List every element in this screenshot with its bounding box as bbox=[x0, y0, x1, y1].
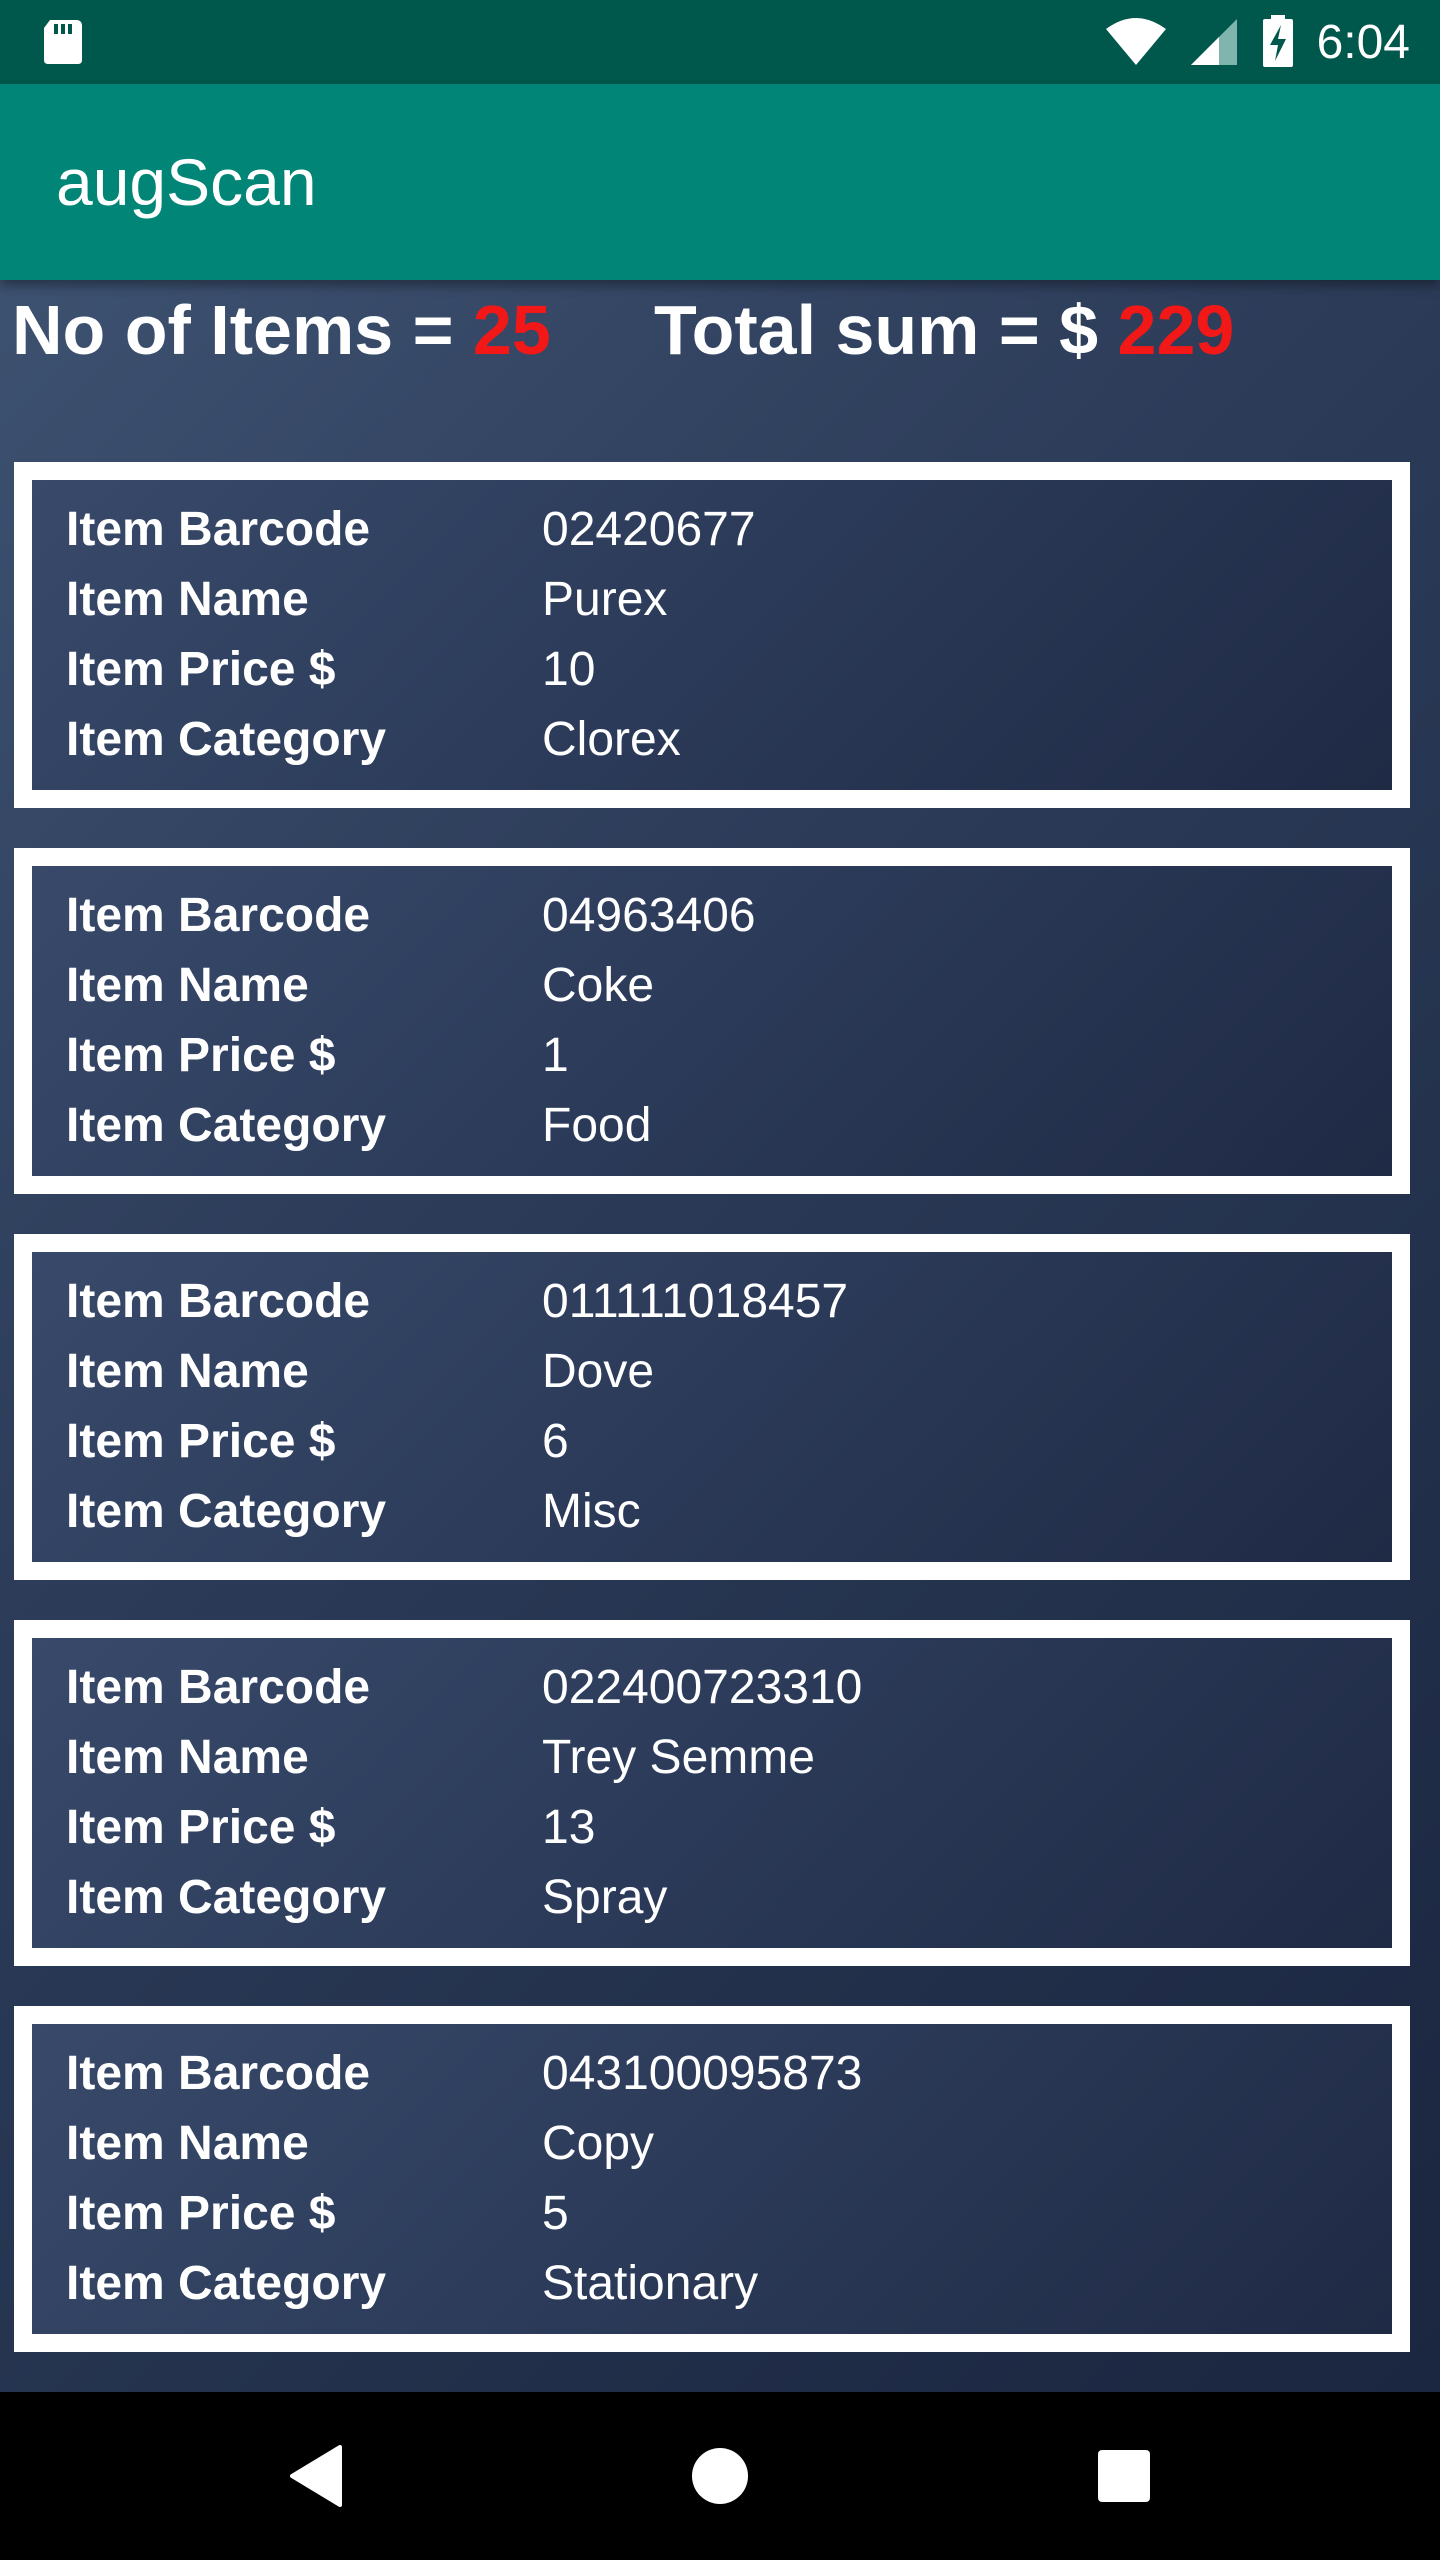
home-icon bbox=[692, 2448, 748, 2504]
app-bar: augScan bbox=[0, 84, 1440, 280]
category-value: Spray bbox=[542, 1871, 668, 1924]
price-value: 6 bbox=[542, 1415, 569, 1468]
name-row: Item Name Dove bbox=[32, 1344, 1392, 1414]
name-row: Item Name Purex bbox=[32, 572, 1392, 642]
barcode-row: Item Barcode 043100095873 bbox=[32, 2046, 1392, 2116]
name-value: Copy bbox=[542, 2117, 655, 2170]
name-value: Purex bbox=[542, 573, 668, 626]
battery-charging-icon bbox=[1262, 15, 1293, 67]
category-row: Item Category Clorex bbox=[32, 712, 1392, 782]
category-label: Item Category bbox=[66, 2257, 387, 2310]
item-card-body: Item Barcode 04963406 Item Name Coke Ite… bbox=[32, 866, 1392, 1176]
price-row: Item Price $ 6 bbox=[32, 1414, 1392, 1484]
item-card-body: Item Barcode 043100095873 Item Name Copy… bbox=[32, 2024, 1392, 2334]
barcode-label: Item Barcode bbox=[66, 503, 371, 556]
barcode-label: Item Barcode bbox=[66, 889, 371, 942]
category-value: Misc bbox=[542, 1485, 641, 1538]
cell-signal-icon bbox=[1190, 19, 1237, 65]
recents-button[interactable] bbox=[1074, 2392, 1174, 2560]
price-row: Item Price $ 1 bbox=[32, 1028, 1392, 1098]
price-value: 10 bbox=[542, 643, 596, 696]
category-label: Item Category bbox=[66, 1871, 387, 1924]
price-label: Item Price $ bbox=[66, 1415, 336, 1468]
name-label: Item Name bbox=[66, 573, 309, 626]
item-count-label: No of Items = bbox=[12, 291, 473, 369]
price-value: 1 bbox=[542, 1029, 569, 1082]
barcode-label: Item Barcode bbox=[66, 1275, 371, 1328]
barcode-label: Item Barcode bbox=[66, 2047, 371, 2100]
back-button[interactable] bbox=[266, 2392, 366, 2560]
price-label: Item Price $ bbox=[66, 1029, 336, 1082]
price-row: Item Price $ 10 bbox=[32, 642, 1392, 712]
total-sum-value: 229 bbox=[1117, 291, 1235, 369]
wifi-icon bbox=[1105, 18, 1166, 65]
barcode-row: Item Barcode 02420677 bbox=[32, 502, 1392, 572]
item-card[interactable]: Item Barcode 011111018457 Item Name Dove… bbox=[14, 1234, 1410, 1580]
price-row: Item Price $ 13 bbox=[32, 1800, 1392, 1870]
category-label: Item Category bbox=[66, 1485, 387, 1538]
category-value: Clorex bbox=[542, 713, 681, 766]
price-value: 13 bbox=[542, 1801, 596, 1854]
app-title: augScan bbox=[56, 145, 317, 219]
item-card[interactable]: Item Barcode 043100095873 Item Name Copy… bbox=[14, 2006, 1410, 2352]
category-label: Item Category bbox=[66, 1099, 387, 1152]
scanned-items-screen[interactable]: No of Items = 25 Total sum = $ 229 Item … bbox=[0, 280, 1440, 2392]
barcode-value: 043100095873 bbox=[542, 2047, 863, 2100]
name-label: Item Name bbox=[66, 2117, 309, 2170]
price-row: Item Price $ 5 bbox=[32, 2186, 1392, 2256]
name-row: Item Name Trey Semme bbox=[32, 1730, 1392, 1800]
price-label: Item Price $ bbox=[66, 643, 336, 696]
name-label: Item Name bbox=[66, 959, 309, 1012]
item-card[interactable]: Item Barcode 02420677 Item Name Purex It… bbox=[14, 462, 1410, 808]
item-card-body: Item Barcode 02420677 Item Name Purex It… bbox=[32, 480, 1392, 790]
barcode-value: 011111018457 bbox=[542, 1275, 849, 1328]
name-value: Dove bbox=[542, 1345, 655, 1398]
total-sum-summary: Total sum = $ 229 bbox=[654, 290, 1234, 370]
barcode-row: Item Barcode 04963406 bbox=[32, 888, 1392, 958]
item-count-value: 25 bbox=[472, 291, 551, 369]
back-icon bbox=[290, 2445, 342, 2507]
system-nav-bar bbox=[0, 2392, 1440, 2560]
status-clock: 6:04 bbox=[1316, 15, 1410, 69]
home-button[interactable] bbox=[670, 2392, 770, 2560]
category-label: Item Category bbox=[66, 713, 387, 766]
category-value: Food bbox=[542, 1099, 652, 1152]
barcode-label: Item Barcode bbox=[66, 1661, 371, 1714]
item-card[interactable]: Item Barcode 04963406 Item Name Coke Ite… bbox=[14, 848, 1410, 1194]
barcode-row: Item Barcode 022400723310 bbox=[32, 1660, 1392, 1730]
name-value: Coke bbox=[542, 959, 655, 1012]
sd-card-icon bbox=[44, 20, 82, 64]
name-row: Item Name Copy bbox=[32, 2116, 1392, 2186]
recents-icon bbox=[1098, 2450, 1150, 2502]
item-card[interactable]: Item Barcode 022400723310 Item Name Trey… bbox=[14, 1620, 1410, 1966]
category-row: Item Category Food bbox=[32, 1098, 1392, 1168]
total-sum-label: Total sum = $ bbox=[654, 291, 1118, 369]
category-row: Item Category Stationary bbox=[32, 2256, 1392, 2326]
barcode-value: 04963406 bbox=[542, 889, 756, 942]
category-row: Item Category Spray bbox=[32, 1870, 1392, 1940]
barcode-value: 022400723310 bbox=[542, 1661, 863, 1714]
name-label: Item Name bbox=[66, 1345, 309, 1398]
item-card-body: Item Barcode 022400723310 Item Name Trey… bbox=[32, 1638, 1392, 1948]
name-value: Trey Semme bbox=[542, 1731, 815, 1784]
category-value: Stationary bbox=[542, 2257, 759, 2310]
price-value: 5 bbox=[542, 2187, 569, 2240]
price-label: Item Price $ bbox=[66, 2187, 336, 2240]
name-label: Item Name bbox=[66, 1731, 309, 1784]
item-card-body: Item Barcode 011111018457 Item Name Dove… bbox=[32, 1252, 1392, 1562]
category-row: Item Category Misc bbox=[32, 1484, 1392, 1554]
name-row: Item Name Coke bbox=[32, 958, 1392, 1028]
item-count-summary: No of Items = 25 bbox=[12, 290, 551, 370]
price-label: Item Price $ bbox=[66, 1801, 336, 1854]
barcode-value: 02420677 bbox=[542, 503, 756, 556]
barcode-row: Item Barcode 011111018457 bbox=[32, 1274, 1392, 1344]
status-bar: 6:04 bbox=[0, 0, 1440, 84]
